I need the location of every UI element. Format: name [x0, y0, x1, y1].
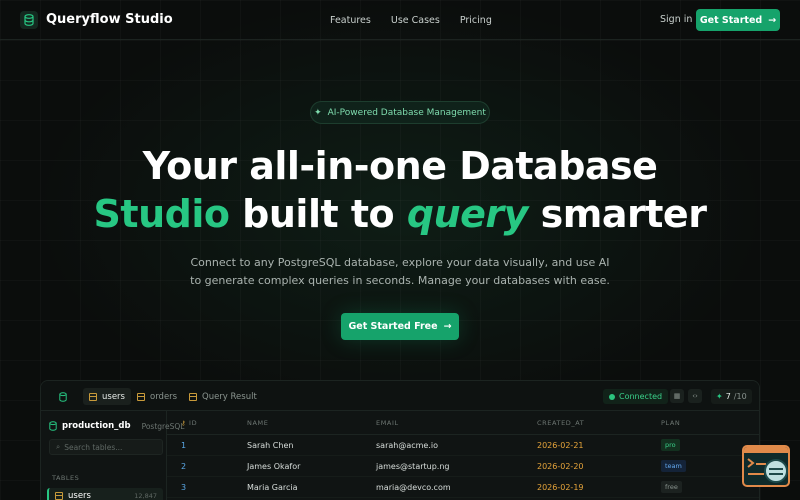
- hero-word-built-to: built to: [229, 192, 407, 236]
- sparkles-icon: ✦: [314, 107, 322, 118]
- table-icon: [55, 492, 63, 500]
- key-icon: ⚷: [181, 419, 187, 427]
- row-counter: ✦ 7 /10: [711, 389, 752, 404]
- table-row[interactable]: 2 James Okafor james@startup.ng 2026-02-…: [167, 456, 759, 477]
- cell-id: 3: [181, 483, 187, 492]
- counter-total: /10: [733, 392, 747, 401]
- hero-word-studio: Studio: [93, 192, 230, 236]
- cell-email: sarah@acme.io: [376, 441, 439, 450]
- get-started-button[interactable]: Get Started →: [696, 9, 780, 31]
- nav-link-features[interactable]: Features: [330, 15, 371, 26]
- arrow-right-icon: →: [768, 14, 777, 26]
- cell-created-at: 2026-02-20: [537, 462, 584, 471]
- column-header-created-at[interactable]: CREATED_AT: [537, 419, 584, 427]
- get-started-label: Get Started: [699, 14, 763, 26]
- nav-links: Features Use Cases Pricing: [330, 0, 492, 40]
- column-header-plan[interactable]: PLAN: [661, 419, 680, 427]
- database-name: production_db: [62, 421, 131, 431]
- connection-status: Connected: [603, 389, 669, 404]
- cell-name: Maria Garcia: [247, 483, 298, 492]
- cell-created-at: 2026-02-21: [537, 441, 584, 450]
- search-placeholder: Search tables...: [64, 442, 123, 452]
- plan-badge: pro: [661, 439, 680, 451]
- column-header-email[interactable]: EMAIL: [376, 419, 399, 427]
- ai-badge: ✦ AI-Powered Database Management: [310, 101, 490, 124]
- search-icon: ⌕: [56, 442, 61, 451]
- app-sidebar: production_db PostgreSQL ⌕ Search tables…: [41, 411, 184, 500]
- column-header-id[interactable]: ⚷ ID: [181, 419, 197, 427]
- tab-orders-label: orders: [150, 391, 178, 402]
- tab-users-label: users: [102, 391, 125, 402]
- sidebar-item-label: users: [68, 491, 91, 500]
- nav-link-use-cases[interactable]: Use Cases: [391, 15, 440, 26]
- cell-email: maria@devco.com: [376, 483, 451, 492]
- grid-view-icon[interactable]: ▦: [670, 389, 684, 403]
- tab-query-result-label: Query Result: [202, 391, 257, 402]
- table-icon: [189, 392, 197, 401]
- brand[interactable]: Queryflow Studio: [20, 10, 173, 29]
- cell-name: Sarah Chen: [247, 441, 294, 450]
- terminal-chat-icon: [744, 447, 788, 483]
- cell-id: 2: [181, 462, 187, 471]
- sign-in-link[interactable]: Sign in: [660, 14, 692, 25]
- sparkles-icon: ✦: [716, 392, 723, 401]
- plan-badge: team: [661, 460, 686, 472]
- get-started-free-button[interactable]: Get Started Free →: [341, 313, 459, 340]
- hero-word-smarter: smarter: [527, 192, 707, 236]
- brand-name: Queryflow Studio: [46, 12, 173, 27]
- hero-word-query: query: [406, 192, 529, 236]
- column-label: ID: [189, 419, 198, 427]
- hero-title-line-1: Your all-in-one Database: [142, 144, 658, 188]
- database-icon[interactable]: [53, 388, 73, 405]
- app-tab-bar: users orders Query Result Connected ▦ ‹›…: [41, 381, 759, 411]
- hero-title-line-2: Studio built to query smarter: [0, 192, 800, 236]
- tab-users[interactable]: users: [83, 388, 131, 405]
- table-icon: [137, 392, 145, 401]
- sidebar-item-count: 12,847: [134, 492, 157, 500]
- table-row[interactable]: 3 Maria Garcia maria@devco.com 2026-02-1…: [167, 477, 759, 498]
- counter-current: 7: [725, 392, 731, 401]
- plan-badge: free: [661, 481, 682, 493]
- code-view-icon[interactable]: ‹›: [688, 389, 702, 403]
- table-search-input[interactable]: ⌕ Search tables...: [49, 439, 163, 455]
- cell-name: James Okafor: [247, 462, 301, 471]
- database-icon: [49, 421, 57, 431]
- badge-label: AI-Powered Database Management: [327, 107, 486, 118]
- table-icon: [89, 392, 97, 401]
- status-dot-icon: [609, 393, 615, 400]
- table-row[interactable]: 1 Sarah Chen sarah@acme.io 2026-02-21 pr…: [167, 435, 759, 456]
- table-header: ⚷ ID NAME EMAIL CREATED_AT PLAN: [167, 411, 759, 435]
- cell-created-at: 2026-02-19: [537, 483, 584, 492]
- sidebar-item-users[interactable]: users 12,847: [47, 488, 163, 500]
- nav-link-pricing[interactable]: Pricing: [460, 15, 492, 26]
- tables-section-label: TABLES: [52, 474, 80, 482]
- floating-assistant-widget[interactable]: [742, 445, 790, 487]
- connection-status-label: Connected: [619, 392, 663, 401]
- app-preview: users orders Query Result Connected ▦ ‹›…: [40, 380, 760, 500]
- tab-query-result[interactable]: Query Result: [183, 388, 263, 405]
- column-header-name[interactable]: NAME: [247, 419, 268, 427]
- cell-email: james@startup.ng: [376, 462, 450, 471]
- database-selector[interactable]: production_db PostgreSQL: [49, 421, 184, 431]
- get-started-free-label: Get Started Free: [348, 321, 438, 332]
- database-logo-icon: [20, 10, 38, 29]
- tab-orders[interactable]: orders: [131, 388, 183, 405]
- cell-id: 1: [181, 441, 187, 450]
- arrow-right-icon: →: [443, 321, 452, 332]
- hero-subtitle: Connect to any PostgreSQL database, expl…: [190, 256, 610, 287]
